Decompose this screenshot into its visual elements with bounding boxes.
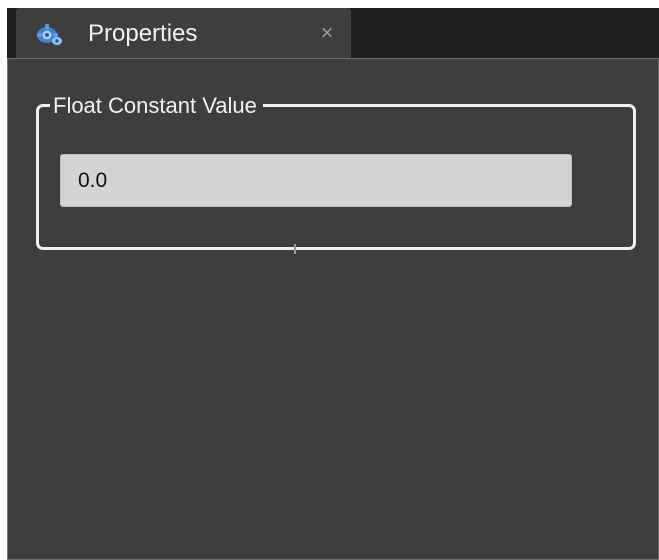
tab-properties[interactable]: Properties × xyxy=(16,8,351,58)
properties-gear-icon xyxy=(35,22,63,46)
close-icon[interactable]: × xyxy=(316,22,338,44)
tab-title: Properties xyxy=(88,20,198,47)
divider-tick xyxy=(294,244,296,254)
float-value-field[interactable] xyxy=(60,154,572,207)
group-legend: Float Constant Value xyxy=(50,93,263,119)
